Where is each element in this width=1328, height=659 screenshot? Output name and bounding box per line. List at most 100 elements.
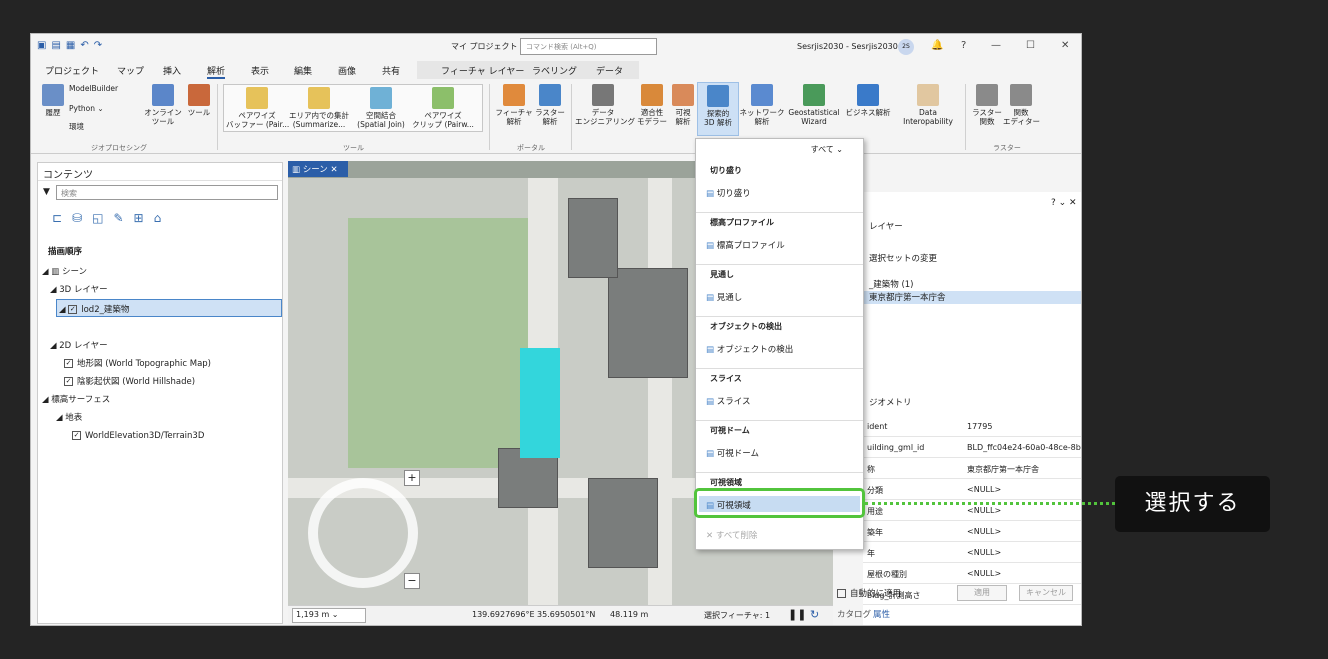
tab-feature-layer[interactable]: フィーチャ レイヤー xyxy=(441,64,524,77)
suitability-modeler-button[interactable]: 適合性 モデラー xyxy=(631,84,673,126)
notification-icon[interactable]: 🔔 xyxy=(931,40,943,51)
history-button[interactable]: 履歴 xyxy=(35,84,71,117)
selected-building[interactable] xyxy=(520,348,560,458)
visibility-analysis-button[interactable]: 可視 解析 xyxy=(669,84,697,126)
selected-features-count[interactable]: 選択フィーチャ: 1 xyxy=(704,610,770,621)
clear-all-button[interactable]: ✕ すべて削除 xyxy=(706,529,757,541)
help-icon[interactable]: ? xyxy=(961,40,966,51)
exploratory-3d-analysis-button[interactable]: 探索的 3D 解析 xyxy=(697,82,739,136)
print-icon[interactable]: ▦ xyxy=(66,40,75,51)
open-icon[interactable]: ▤ xyxy=(51,40,60,51)
business-analysis-button[interactable]: ビジネス解析 xyxy=(843,84,893,117)
network-analysis-button[interactable]: ネットワーク 解析 xyxy=(739,84,785,126)
attribute-row[interactable]: 分類 <NULL> xyxy=(863,480,1081,500)
navigator-control[interactable] xyxy=(308,478,418,588)
function-editor-button[interactable]: 関数 エディター xyxy=(1003,84,1040,126)
cancel-button[interactable]: キャンセル xyxy=(1019,585,1073,601)
raster-analysis-button[interactable]: ラスター 解析 xyxy=(531,84,569,126)
data-engineering-button[interactable]: データ エンジニアリング xyxy=(575,84,635,126)
tree-scene[interactable]: ◢ ▥ シーン xyxy=(42,265,87,277)
attribute-row[interactable]: 築年 <NULL> xyxy=(863,522,1081,542)
close-button[interactable]: ✕ xyxy=(1061,40,1069,51)
tree-3d-layers[interactable]: ◢ 3D レイヤー xyxy=(50,283,108,295)
tab-insert[interactable]: 挿入 xyxy=(163,64,181,77)
snapping-icon[interactable]: ⊞ xyxy=(134,211,144,225)
tree-ground[interactable]: ◢ 地表 xyxy=(56,411,82,423)
tools-button[interactable]: ツール xyxy=(183,84,215,117)
attr-selection-change[interactable]: 選択セットの変更 xyxy=(869,252,937,264)
dropdown-item-label: 標高プロファイル xyxy=(716,241,785,251)
tab-data[interactable]: データ xyxy=(596,64,623,77)
undo-icon[interactable]: ↶ xyxy=(80,40,88,51)
attribute-row[interactable]: ident 17795 xyxy=(863,417,1081,437)
tree-layer-hillshade[interactable]: ✓ 陰影起伏図 (World Hillshade) xyxy=(64,375,195,387)
geostatistical-wizard-button[interactable]: Geostatistical Wizard xyxy=(785,84,843,126)
labeling-icon[interactable]: ⌂ xyxy=(154,211,162,225)
tab-analysis[interactable]: 解析 xyxy=(207,64,226,79)
tab-catalog[interactable]: カタログ xyxy=(837,608,871,620)
save-icon[interactable]: ▣ xyxy=(37,40,46,51)
apply-button[interactable]: 適用 xyxy=(957,585,1007,601)
attribute-row[interactable]: 屋根の種別 <NULL> xyxy=(863,564,1081,584)
tab-view[interactable]: 表示 xyxy=(251,64,269,77)
tab-scene[interactable]: ▥ シーン ✕ xyxy=(288,161,348,177)
scale-select[interactable]: 1,193 m ⌄ xyxy=(292,608,366,623)
attr-group[interactable]: _建築物 (1) xyxy=(869,278,914,290)
attribute-row[interactable]: 年 <NULL> xyxy=(863,543,1081,563)
minimize-button[interactable]: — xyxy=(991,40,1001,51)
gallery-pairwise-buffer[interactable]: ペアワイズ バッファー (Pair... xyxy=(226,87,289,129)
dropdown-item[interactable]: ▤ 可視ドーム xyxy=(706,447,759,459)
attr-feature[interactable]: 東京都庁第一本庁舎 xyxy=(863,291,1081,304)
dropdown-item[interactable]: ▤ 切り盛り xyxy=(706,187,751,199)
data-interop-button[interactable]: Data Interopability xyxy=(895,84,961,126)
online-tools-button[interactable]: オンライン ツール xyxy=(143,84,183,126)
dropdown-item[interactable]: ▤ 見通し xyxy=(706,291,742,303)
raster-functions-button[interactable]: ラスター 関数 xyxy=(969,84,1005,126)
selection-icon[interactable]: ◱ xyxy=(92,211,103,225)
zoom-out-button[interactable]: − xyxy=(404,573,420,589)
filter-icon[interactable]: ▼ xyxy=(43,187,50,197)
dropdown-item[interactable]: ▤ 標高プロファイル xyxy=(706,239,785,251)
dropdown-item[interactable]: ▤ オブジェクトの検出 xyxy=(706,343,793,355)
tab-map[interactable]: マップ xyxy=(117,64,144,77)
pause-icon[interactable]: ❚❚ xyxy=(788,608,806,621)
tab-labeling[interactable]: ラベリング xyxy=(532,64,577,77)
auto-apply-checkbox[interactable]: 自動的に適用 xyxy=(837,587,901,599)
tab-project[interactable]: プロジェクト xyxy=(45,64,99,77)
editing-icon[interactable]: ✎ xyxy=(113,211,123,225)
contents-search-input[interactable]: 検索 xyxy=(56,185,278,200)
tree-elevation-surfaces[interactable]: ◢ 標高サーフェス xyxy=(42,393,110,405)
attribute-row[interactable]: uilding_gml_id BLD_ffc04e24-60a0-48ce-8b2… xyxy=(863,438,1081,458)
gallery-summarize-within[interactable]: エリア内での集計 (Summarize... xyxy=(288,87,350,129)
tree-layer-topo[interactable]: ✓ 地形図 (World Topographic Map) xyxy=(64,357,211,369)
tab-share[interactable]: 共有 xyxy=(382,64,400,77)
redo-icon[interactable]: ↷ xyxy=(94,40,102,51)
tab-attributes[interactable]: 属性 xyxy=(873,608,890,620)
attribute-row[interactable]: 称 東京都庁第一本庁舎 xyxy=(863,459,1081,479)
gallery-pairwise-clip[interactable]: ペアワイズ クリップ (Pairw... xyxy=(412,87,474,129)
modelbuilder-button[interactable]: ModelBuilder xyxy=(69,84,118,93)
command-search-input[interactable]: コマンド検索 (Alt+Q) xyxy=(520,38,657,55)
user-name[interactable]: Sesrjis2030 - Sesrjis2030 xyxy=(797,42,898,51)
attribute-value: 17795 xyxy=(967,422,993,431)
zoom-in-button[interactable]: + xyxy=(404,470,420,486)
pane-options-icon[interactable]: ? ⌄ ✕ xyxy=(1051,198,1077,208)
attribute-field: 築年 xyxy=(867,528,883,537)
refresh-icon[interactable]: ↻ xyxy=(810,608,819,621)
dropdown-filter[interactable]: すべて ⌄ xyxy=(811,144,843,155)
dropdown-item[interactable]: ▤ スライス xyxy=(706,395,750,407)
draw-order-icon[interactable]: ⊏ xyxy=(52,211,62,225)
tab-edit[interactable]: 編集 xyxy=(294,64,312,77)
tree-2d-layers[interactable]: ◢ 2D レイヤー xyxy=(50,339,108,351)
data-source-icon[interactable]: ⛁ xyxy=(72,211,82,225)
maximize-button[interactable]: ☐ xyxy=(1026,40,1035,51)
avatar[interactable]: 2S xyxy=(898,39,914,55)
tree-terrain[interactable]: ✓ WorldElevation3D/Terrain3D xyxy=(72,431,204,441)
gallery-spatial-join[interactable]: 空間結合 (Spatial Join) xyxy=(350,87,412,129)
environment-button[interactable]: 環境 xyxy=(69,122,84,131)
tool-icon: ▤ xyxy=(706,293,717,303)
tree-layer-lod2[interactable]: ◢ ✓ lod2_建築物 xyxy=(56,299,282,317)
python-button[interactable]: Python ⌄ xyxy=(69,104,104,113)
feature-analysis-button[interactable]: フィーチャ 解析 xyxy=(495,84,533,126)
tab-imagery[interactable]: 画像 xyxy=(338,64,356,77)
